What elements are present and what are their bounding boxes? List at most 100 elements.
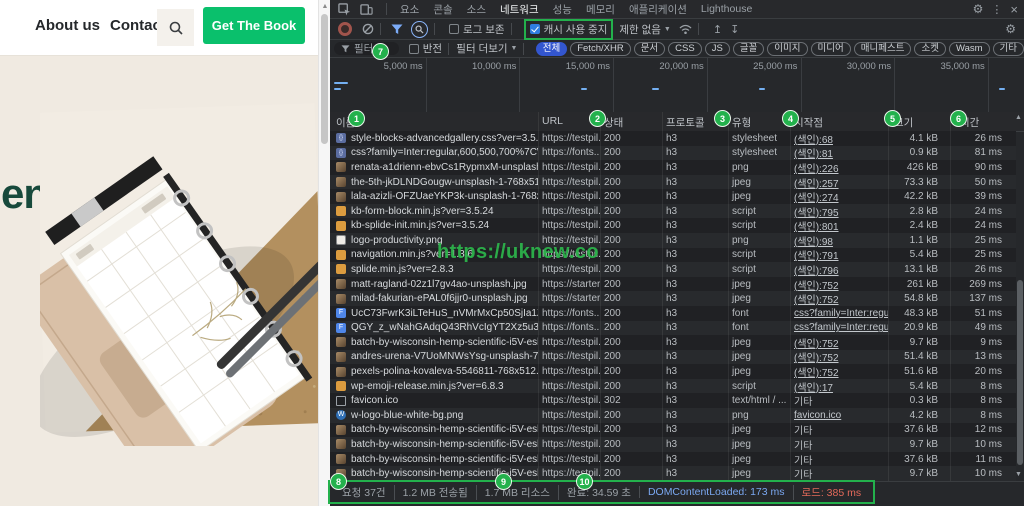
resource-type-chip[interactable]: JS [705,42,730,56]
network-timeline-overview[interactable]: 5,000 ms10,000 ms15,000 ms20,000 ms25,00… [330,58,1024,113]
request-initiator[interactable]: (색인):752 [794,295,839,306]
request-initiator[interactable]: (색인):752 [794,281,839,292]
column-header-url[interactable]: URL [542,115,563,127]
request-status: 200 [600,133,662,144]
devtools-tab[interactable]: 애플리케이션 [622,0,694,19]
request-initiator[interactable]: (색인):17 [794,383,833,394]
resource-type-chip[interactable]: 기타 [993,42,1024,56]
export-har-icon[interactable]: ↧ [730,23,739,36]
resource-type-chip[interactable]: 글꼴 [733,42,764,56]
resource-type-chip[interactable]: 문서 [634,42,665,56]
record-icon[interactable] [338,22,352,36]
network-request-row[interactable]: lala-azizli-OFZUaeYKP3k-unsplash-1-768x5… [330,189,1016,204]
table-scroll-down-icon[interactable]: ▼ [1013,471,1024,478]
network-request-row[interactable]: batch-by-wisconsin-hemp-scientific-i5V-e… [330,423,1016,438]
site-scrollbar-thumb[interactable] [321,14,328,144]
overview-request-mark [334,82,348,84]
disable-cache-checkbox[interactable]: 캐시 사용 중지 [526,21,612,38]
devtools-tab[interactable]: 네트워크 [493,0,546,19]
request-initiator[interactable]: (색인):752 [794,368,839,379]
devtools-tab[interactable]: Lighthouse [694,1,759,17]
request-initiator[interactable]: css?family=Inter:regular,60 [794,322,888,333]
request-initiator[interactable]: 기타 [794,456,812,467]
network-request-row[interactable]: batch-by-wisconsin-hemp-scientific-i5V-e… [330,452,1016,467]
preserve-log-checkbox[interactable]: 로그 보존 [449,22,505,37]
network-request-row[interactable]: the-5th-jkDLNDGougw-unsplash-1-768x512.j… [330,175,1016,190]
clear-icon[interactable] [362,23,374,35]
network-request-row[interactable]: andres-urena-V7UoMNWsYsg-unsplash-768x5.… [330,350,1016,365]
get-the-book-button[interactable]: Get The Book [203,7,305,44]
network-request-row[interactable]: milad-fakurian-ePAL0f6jjr0-unsplash.jpg … [330,291,1016,306]
device-toolbar-icon[interactable] [358,2,374,16]
devtools-tab[interactable]: 콘솔 [426,0,459,19]
resource-type-chip[interactable]: 미디어 [811,42,851,56]
network-request-row[interactable]: UcC73FwrK3iLTeHuS_nVMrMxCp50SjIa1ZL7.wof… [330,306,1016,321]
filter-input[interactable]: 필터 [334,42,399,55]
request-initiator[interactable]: (색인):795 [794,208,839,219]
network-settings-gear-icon[interactable]: ⚙ [1005,22,1016,36]
request-initiator[interactable]: 기타 [794,426,812,437]
request-initiator[interactable]: 기타 [794,441,812,452]
more-filters-dropdown[interactable]: 필터 더보기 ▼ [456,41,517,56]
request-initiator[interactable]: favicon.ico [794,410,841,421]
network-request-row[interactable]: batch-by-wisconsin-hemp-scientific-i5V-e… [330,335,1016,350]
network-request-row[interactable]: navigation.min.js?ver=1.3.6 https://test… [330,248,1016,263]
column-header-type[interactable]: 유형 [732,115,751,130]
column-header-protocol[interactable]: 프로토콜 [666,115,705,130]
table-scrollbar-thumb[interactable] [1017,280,1023,465]
network-request-row[interactable]: pexels-polina-kovaleva-5546811-768x512.j… [330,364,1016,379]
request-initiator[interactable]: (색인):68 [794,135,833,146]
search-icon[interactable] [411,21,428,38]
resource-type-chip[interactable]: Wasm [949,42,990,56]
network-request-row[interactable]: wp-emoji-release.min.js?ver=6.8.3 https:… [330,379,1016,394]
network-conditions-icon[interactable] [679,24,692,35]
network-request-row[interactable]: batch-by-wisconsin-hemp-scientific-i5V-e… [330,437,1016,452]
request-initiator[interactable]: (색인):98 [794,237,833,248]
request-initiator[interactable]: (색인):274 [794,193,839,204]
column-header-status[interactable]: 상태 [604,115,623,130]
devtools-tab[interactable]: 성능 [546,0,579,19]
filter-funnel-icon[interactable] [391,24,403,35]
resource-type-chip[interactable]: 이미지 [767,42,807,56]
network-request-row[interactable]: matt-ragland-02z1l7gv4ao-unsplash.jpg ht… [330,277,1016,292]
network-request-row[interactable]: logo-productivity.png https://testpil...… [330,233,1016,248]
close-icon[interactable]: × [1010,2,1018,17]
import-har-icon[interactable]: ↥ [713,23,722,36]
inspect-icon[interactable] [336,2,352,16]
resource-type-chip[interactable]: CSS [668,42,702,56]
request-initiator[interactable]: (색인):257 [794,179,839,190]
network-request-row[interactable]: w-logo-blue-white-bg.png https://testpil… [330,408,1016,423]
resource-type-chip[interactable]: 전체 [536,42,567,56]
devtools-tab[interactable]: 메모리 [579,0,622,19]
settings-gear-icon[interactable]: ⚙ [973,2,984,16]
devtools-tab[interactable]: 요소 [393,0,426,19]
network-request-row[interactable]: QGY_z_wNahGAdqQ43RhVcIgYT2Xz5u32K3vXB...… [330,321,1016,336]
network-request-row[interactable]: splide.min.js?ver=2.8.3 https://testpil.… [330,262,1016,277]
network-request-row[interactable]: favicon.ico https://testpil... 302 h3 te… [330,393,1016,408]
resource-type-chip[interactable]: 소켓 [914,42,945,56]
request-initiator[interactable]: (색인):752 [794,339,839,350]
invert-checkbox[interactable]: 반전 [409,41,442,56]
nav-link-about[interactable]: About us [35,17,100,34]
throttling-dropdown[interactable]: 제한 없음 ▼ [619,22,671,37]
request-initiator[interactable]: (색인):81 [794,149,833,160]
request-initiator[interactable]: (색인):752 [794,353,839,364]
network-request-row[interactable]: renata-a1drienn-ebvCs1RypmxM-unsplash-98… [330,160,1016,175]
network-request-row[interactable]: kb-form-block.min.js?ver=3.5.24 https://… [330,204,1016,219]
devtools-tab[interactable]: 소스 [460,0,493,19]
request-initiator[interactable]: 기타 [794,397,812,408]
network-request-row[interactable]: style-blocks-advancedgallery.css?ver=3.5… [330,131,1016,146]
request-initiator[interactable]: (색인):801 [794,222,839,233]
resource-type-chip[interactable]: Fetch/XHR [570,42,630,56]
request-initiator[interactable]: css?family=Inter:regular,60 [794,308,888,319]
request-initiator[interactable]: (색인):796 [794,266,839,277]
network-request-row[interactable]: css?family=Inter:regular,600,500,700%7CW… [330,146,1016,161]
resource-type-chip[interactable]: 매니페스트 [854,42,912,56]
table-scroll-up-icon[interactable]: ▲ [1013,114,1024,121]
network-request-row[interactable]: kb-splide-init.min.js?ver=3.5.24 https:/… [330,218,1016,233]
network-request-row[interactable]: batch-by-wisconsin-hemp-scientific-i5V-e… [330,466,1016,481]
search-button[interactable] [157,9,194,46]
request-initiator[interactable]: (색인):791 [794,251,839,262]
request-initiator[interactable]: (색인):226 [794,164,839,175]
kebab-menu-icon[interactable]: ⋮ [991,3,1002,16]
